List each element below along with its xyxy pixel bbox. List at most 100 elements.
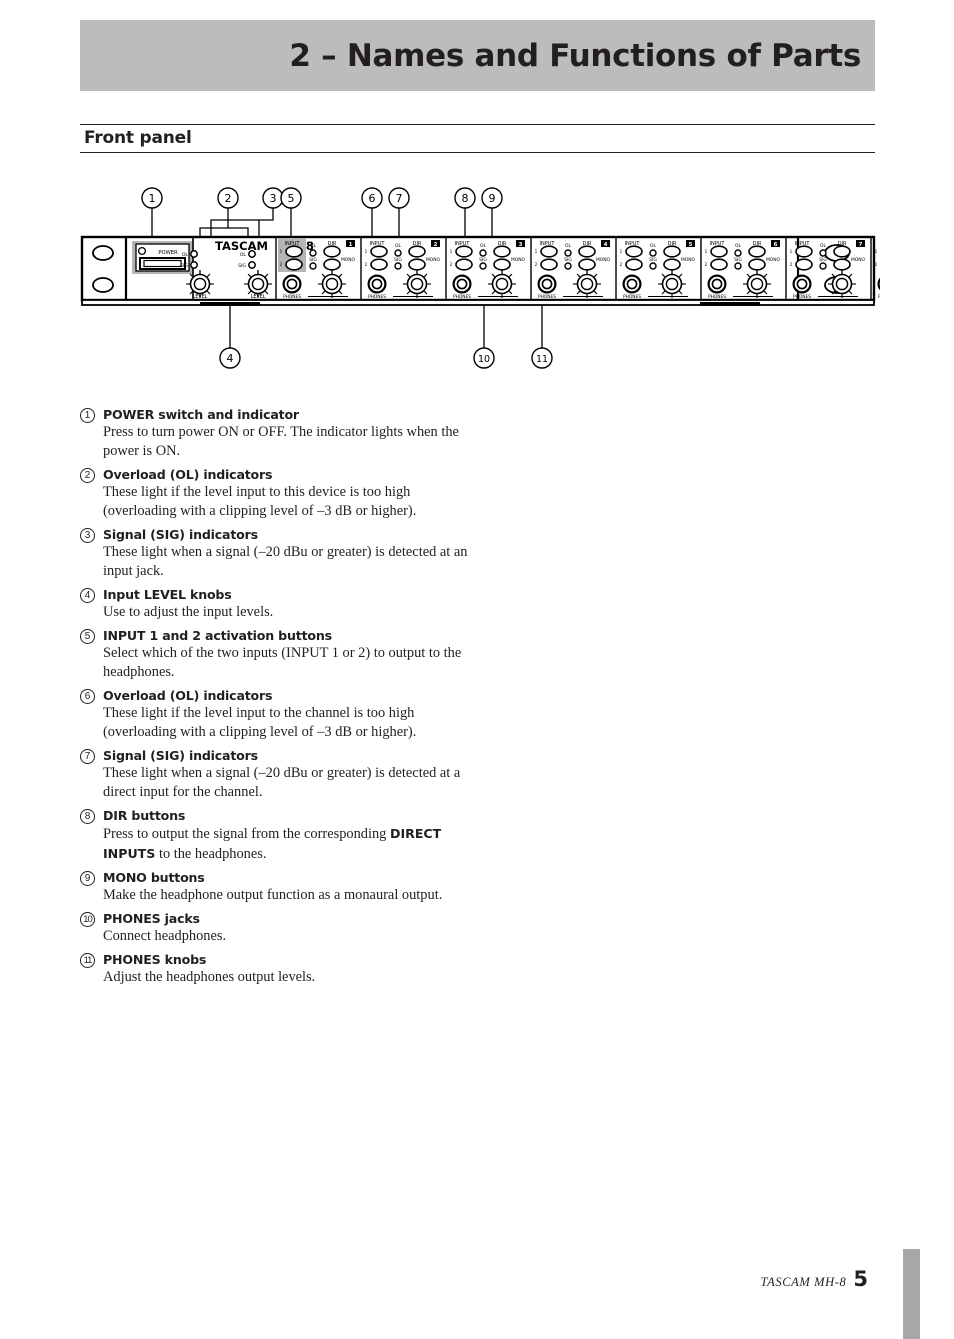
sig-label-ch3: SIG — [479, 257, 487, 263]
phones-label-ch1: PHONES — [283, 294, 301, 300]
sig-led-ch3 — [479, 262, 487, 270]
page-number: 5 — [853, 1267, 868, 1291]
ol-label-ch4: OL — [565, 243, 571, 249]
mono-button-ch2[interactable] — [408, 258, 426, 271]
phones-jack-ch3[interactable] — [452, 274, 472, 294]
phones-jack-ch6[interactable] — [707, 274, 727, 294]
input-2-button-ch5[interactable] — [625, 258, 643, 271]
dir-button-ch4[interactable] — [578, 245, 596, 258]
input-2-button-ch7[interactable] — [795, 258, 813, 271]
front-panel-illustration: 1 2 3 5 6 7 8 9 4 10 11 POWER TASCAM OL … — [80, 187, 880, 369]
channel-badge-1: 1 — [349, 242, 353, 248]
mono-button-ch1[interactable] — [323, 258, 341, 271]
mono-button-ch7[interactable] — [833, 258, 851, 271]
input-1-button-ch4[interactable] — [540, 245, 558, 258]
phones-knob-ch4[interactable] — [572, 269, 602, 299]
item-number-1: 1 — [80, 408, 95, 423]
input-select-num-7a: 1 — [790, 249, 793, 254]
input-2-button-ch2[interactable] — [370, 258, 388, 271]
input-select-num-1b: 2 — [280, 262, 283, 267]
phones-knob-ch6[interactable] — [742, 269, 772, 299]
dir-button-ch6[interactable] — [748, 245, 766, 258]
svg-text:6: 6 — [369, 192, 376, 205]
ol-label-a: OL — [182, 252, 189, 258]
sig-label-ch2: SIG — [394, 257, 402, 263]
input-level-knob-a[interactable] — [185, 269, 215, 299]
callout-10: 10 — [473, 347, 495, 369]
ol-led-ch6 — [734, 249, 742, 257]
input-select-num-5a: 1 — [620, 249, 623, 254]
list-item: 4 Input LEVEL knobs Use to adjust the in… — [80, 586, 480, 622]
phones-knob-ch3[interactable] — [487, 269, 517, 299]
item-body-3: These light when a signal (–20 dBu or gr… — [103, 544, 468, 579]
phones-jack-ch5[interactable] — [622, 274, 642, 294]
phones-jack-ch1[interactable] — [282, 274, 302, 294]
item-title-6: Overload (OL) indicators — [103, 688, 273, 703]
item-body-5: Select which of the two inputs (INPUT 1 … — [103, 645, 462, 680]
ol-led-b — [248, 250, 256, 258]
input-select-num-4b: 2 — [535, 262, 538, 267]
channel-badge-2: 2 — [434, 242, 438, 248]
input-select-num-2b: 2 — [365, 262, 368, 267]
channel-badge-7: 7 — [859, 242, 863, 248]
list-item: 3 Signal (SIG) indicators These light wh… — [80, 526, 480, 581]
input-2-button-ch1[interactable] — [285, 258, 303, 271]
phones-knob-ch2[interactable] — [402, 269, 432, 299]
dir-button-ch2[interactable] — [408, 245, 426, 258]
mono-button-ch3[interactable] — [493, 258, 511, 271]
input-2-button-ch6[interactable] — [710, 258, 728, 271]
list-item: 7 Signal (SIG) indicators These light wh… — [80, 747, 480, 802]
input-1-button-ch6[interactable] — [710, 245, 728, 258]
front-panel-figure: 1 2 3 5 6 7 8 9 4 10 11 POWER TASCAM OL … — [80, 180, 880, 375]
svg-text:1: 1 — [149, 192, 156, 205]
callout-4: 4 — [219, 347, 241, 369]
power-indicator-led — [137, 246, 147, 256]
input-1-button-ch2[interactable] — [370, 245, 388, 258]
sig-label-ch6: SIG — [734, 257, 742, 263]
item-body-6: These light if the level input to the ch… — [103, 705, 417, 740]
item-title-9: MONO buttons — [103, 870, 205, 885]
item-number-11: 11 — [80, 953, 95, 968]
phones-knob-ch1[interactable] — [317, 269, 347, 299]
phones-knob-ch5[interactable] — [657, 269, 687, 299]
input-select-num-6a: 1 — [705, 249, 708, 254]
input-select-num-5b: 2 — [620, 262, 623, 267]
phones-jack-ch2[interactable] — [367, 274, 387, 294]
footer-brand: TASCAM MH-8 — [760, 1275, 847, 1289]
dir-button-ch3[interactable] — [493, 245, 511, 258]
callout-8: 8 — [454, 187, 476, 209]
input-level-knob-b[interactable] — [243, 269, 273, 299]
dir-button-ch7[interactable] — [833, 245, 851, 258]
mono-button-ch5[interactable] — [663, 258, 681, 271]
ol-label-ch1: OL — [310, 243, 316, 249]
item-body-1: Press to turn power ON or OFF. The indic… — [103, 424, 459, 459]
list-item: 8 DIR buttons Press to output the signal… — [80, 807, 480, 864]
input-2-button-ch3[interactable] — [455, 258, 473, 271]
input-1-button-ch3[interactable] — [455, 245, 473, 258]
phones-jack-ch4[interactable] — [537, 274, 557, 294]
mono-button-ch4[interactable] — [578, 258, 596, 271]
item-title-8: DIR buttons — [103, 808, 186, 823]
input-2-button-ch4[interactable] — [540, 258, 558, 271]
ol-led-ch4 — [564, 249, 572, 257]
mono-button-ch6[interactable] — [748, 258, 766, 271]
dir-button-ch1[interactable] — [323, 245, 341, 258]
ol-label-ch2: OL — [395, 243, 401, 249]
input-1-button-ch7[interactable] — [795, 245, 813, 258]
mono-label-ch4: MONO — [596, 257, 611, 263]
input-select-num-8b: 2 — [875, 262, 878, 267]
sig-led-ch1 — [309, 262, 317, 270]
item-number-5: 5 — [80, 629, 95, 644]
input-1-button-ch5[interactable] — [625, 245, 643, 258]
phones-jack-ch7[interactable] — [792, 274, 812, 294]
phones-jack-ch8[interactable] — [877, 274, 880, 294]
input-select-num-3b: 2 — [450, 262, 453, 267]
item-body-8-post: to the headphones. — [155, 846, 267, 862]
callout-6: 6 — [361, 187, 383, 209]
input-1-button-ch1[interactable] — [285, 245, 303, 258]
dir-button-ch5[interactable] — [663, 245, 681, 258]
parts-description-list: 1 POWER switch and indicator Press to tu… — [80, 406, 480, 992]
phones-knob-ch7[interactable] — [827, 269, 857, 299]
channel-badge-4: 4 — [604, 242, 608, 248]
sig-led-b — [248, 261, 256, 269]
